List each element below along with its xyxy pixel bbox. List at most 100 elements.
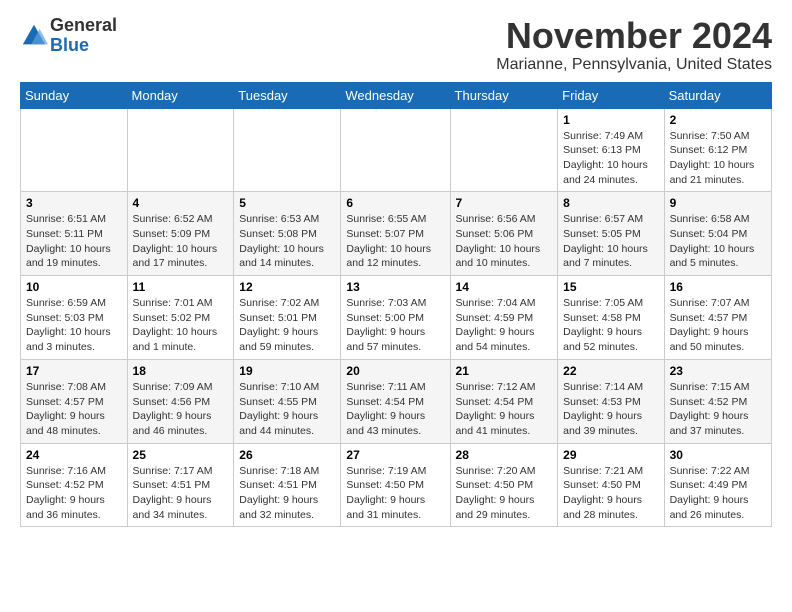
location: Marianne, Pennsylvania, United States [496, 56, 772, 74]
day-info: Sunrise: 7:22 AM Sunset: 4:49 PM Dayligh… [670, 464, 766, 523]
day-info: Sunrise: 7:50 AM Sunset: 6:12 PM Dayligh… [670, 129, 766, 188]
day-info: Sunrise: 7:11 AM Sunset: 4:54 PM Dayligh… [346, 380, 444, 439]
calendar-cell: 24 Sunrise: 7:16 AM Sunset: 4:52 PM Dayli… [21, 443, 128, 527]
calendar-cell [341, 108, 450, 192]
day-number: 24 [26, 448, 122, 462]
day-info: Sunrise: 7:10 AM Sunset: 4:55 PM Dayligh… [239, 380, 335, 439]
day-number: 16 [670, 280, 766, 294]
day-number: 12 [239, 280, 335, 294]
day-info: Sunrise: 6:52 AM Sunset: 5:09 PM Dayligh… [133, 212, 229, 271]
day-info: Sunrise: 6:56 AM Sunset: 5:06 PM Dayligh… [456, 212, 553, 271]
day-number: 1 [563, 113, 658, 127]
calendar-cell: 30 Sunrise: 7:22 AM Sunset: 4:49 PM Dayli… [664, 443, 771, 527]
calendar-cell: 15 Sunrise: 7:05 AM Sunset: 4:58 PM Dayli… [558, 276, 664, 360]
day-number: 10 [26, 280, 122, 294]
day-number: 15 [563, 280, 658, 294]
logo: General Blue [20, 16, 117, 56]
calendar-cell: 19 Sunrise: 7:10 AM Sunset: 4:55 PM Dayli… [234, 359, 341, 443]
calendar-cell: 4 Sunrise: 6:52 AM Sunset: 5:09 PM Daylig… [127, 192, 234, 276]
calendar-cell: 13Sunrise: 7:03 AM Sunset: 5:00 PM Dayli… [341, 276, 450, 360]
day-info: Sunrise: 6:55 AM Sunset: 5:07 PM Dayligh… [346, 212, 444, 271]
calendar-cell [21, 108, 128, 192]
day-info: Sunrise: 7:05 AM Sunset: 4:58 PM Dayligh… [563, 296, 658, 355]
day-number: 11 [133, 280, 229, 294]
day-info: Sunrise: 7:17 AM Sunset: 4:51 PM Dayligh… [133, 464, 229, 523]
logo-blue: Blue [50, 36, 117, 56]
calendar-cell: 29Sunrise: 7:21 AM Sunset: 4:50 PM Dayli… [558, 443, 664, 527]
day-number: 23 [670, 364, 766, 378]
day-number: 17 [26, 364, 122, 378]
day-number: 20 [346, 364, 444, 378]
day-number: 3 [26, 196, 122, 210]
calendar-header-saturday: Saturday [664, 82, 771, 108]
calendar-cell: 12 Sunrise: 7:02 AM Sunset: 5:01 PM Dayli… [234, 276, 341, 360]
day-number: 8 [563, 196, 658, 210]
calendar-table: SundayMondayTuesdayWednesdayThursdayFrid… [20, 82, 772, 528]
day-info: Sunrise: 7:01 AM Sunset: 5:02 PM Dayligh… [133, 296, 229, 355]
logo-text: General Blue [50, 16, 117, 56]
calendar-header-thursday: Thursday [450, 82, 558, 108]
day-number: 19 [239, 364, 335, 378]
day-number: 5 [239, 196, 335, 210]
day-info: Sunrise: 7:49 AM Sunset: 6:13 PM Dayligh… [563, 129, 658, 188]
calendar-cell: 11 Sunrise: 7:01 AM Sunset: 5:02 PM Dayli… [127, 276, 234, 360]
day-number: 7 [456, 196, 553, 210]
calendar-cell: 18Sunrise: 7:09 AM Sunset: 4:56 PM Dayli… [127, 359, 234, 443]
calendar-cell [127, 108, 234, 192]
day-info: Sunrise: 7:04 AM Sunset: 4:59 PM Dayligh… [456, 296, 553, 355]
day-number: 13 [346, 280, 444, 294]
calendar-cell: 23Sunrise: 7:15 AM Sunset: 4:52 PM Dayli… [664, 359, 771, 443]
logo-general: General [50, 16, 117, 36]
calendar-header-sunday: Sunday [21, 82, 128, 108]
day-number: 26 [239, 448, 335, 462]
calendar-week-2: 3 Sunrise: 6:51 AM Sunset: 5:11 PM Daylig… [21, 192, 772, 276]
day-info: Sunrise: 7:20 AM Sunset: 4:50 PM Dayligh… [456, 464, 553, 523]
day-info: Sunrise: 6:59 AM Sunset: 5:03 PM Dayligh… [26, 296, 122, 355]
day-number: 14 [456, 280, 553, 294]
day-info: Sunrise: 7:14 AM Sunset: 4:53 PM Dayligh… [563, 380, 658, 439]
calendar-week-3: 10 Sunrise: 6:59 AM Sunset: 5:03 PM Dayli… [21, 276, 772, 360]
calendar-cell [450, 108, 558, 192]
day-number: 9 [670, 196, 766, 210]
calendar-cell [234, 108, 341, 192]
day-number: 21 [456, 364, 553, 378]
calendar-cell: 7 Sunrise: 6:56 AM Sunset: 5:06 PM Daylig… [450, 192, 558, 276]
day-number: 4 [133, 196, 229, 210]
day-number: 22 [563, 364, 658, 378]
day-info: Sunrise: 6:51 AM Sunset: 5:11 PM Dayligh… [26, 212, 122, 271]
calendar-cell: 10 Sunrise: 6:59 AM Sunset: 5:03 PM Dayli… [21, 276, 128, 360]
calendar-header-row: SundayMondayTuesdayWednesdayThursdayFrid… [21, 82, 772, 108]
day-number: 27 [346, 448, 444, 462]
day-info: Sunrise: 7:02 AM Sunset: 5:01 PM Dayligh… [239, 296, 335, 355]
calendar-week-1: 1 Sunrise: 7:49 AM Sunset: 6:13 PM Daylig… [21, 108, 772, 192]
header: General Blue November 2024 Marianne, Pen… [20, 16, 772, 74]
day-number: 25 [133, 448, 229, 462]
day-number: 28 [456, 448, 553, 462]
calendar-header-wednesday: Wednesday [341, 82, 450, 108]
day-number: 30 [670, 448, 766, 462]
day-info: Sunrise: 7:12 AM Sunset: 4:54 PM Dayligh… [456, 380, 553, 439]
calendar-cell: 2 Sunrise: 7:50 AM Sunset: 6:12 PM Daylig… [664, 108, 771, 192]
day-info: Sunrise: 6:58 AM Sunset: 5:04 PM Dayligh… [670, 212, 766, 271]
day-info: Sunrise: 7:16 AM Sunset: 4:52 PM Dayligh… [26, 464, 122, 523]
calendar-header-monday: Monday [127, 82, 234, 108]
calendar-cell: 17Sunrise: 7:08 AM Sunset: 4:57 PM Dayli… [21, 359, 128, 443]
month-title: November 2024 [496, 16, 772, 56]
calendar-week-4: 17Sunrise: 7:08 AM Sunset: 4:57 PM Dayli… [21, 359, 772, 443]
calendar-cell: 6 Sunrise: 6:55 AM Sunset: 5:07 PM Daylig… [341, 192, 450, 276]
calendar-cell: 9 Sunrise: 6:58 AM Sunset: 5:04 PM Daylig… [664, 192, 771, 276]
calendar-cell: 5 Sunrise: 6:53 AM Sunset: 5:08 PM Daylig… [234, 192, 341, 276]
calendar-cell: 25 Sunrise: 7:17 AM Sunset: 4:51 PM Dayli… [127, 443, 234, 527]
calendar-week-5: 24 Sunrise: 7:16 AM Sunset: 4:52 PM Dayli… [21, 443, 772, 527]
calendar-cell: 20 Sunrise: 7:11 AM Sunset: 4:54 PM Dayli… [341, 359, 450, 443]
calendar-cell: 27Sunrise: 7:19 AM Sunset: 4:50 PM Dayli… [341, 443, 450, 527]
day-info: Sunrise: 6:57 AM Sunset: 5:05 PM Dayligh… [563, 212, 658, 271]
day-info: Sunrise: 6:53 AM Sunset: 5:08 PM Dayligh… [239, 212, 335, 271]
calendar-header-tuesday: Tuesday [234, 82, 341, 108]
calendar-cell: 8 Sunrise: 6:57 AM Sunset: 5:05 PM Daylig… [558, 192, 664, 276]
calendar-cell: 28 Sunrise: 7:20 AM Sunset: 4:50 PM Dayli… [450, 443, 558, 527]
calendar-cell: 3 Sunrise: 6:51 AM Sunset: 5:11 PM Daylig… [21, 192, 128, 276]
day-info: Sunrise: 7:07 AM Sunset: 4:57 PM Dayligh… [670, 296, 766, 355]
day-number: 6 [346, 196, 444, 210]
day-number: 2 [670, 113, 766, 127]
